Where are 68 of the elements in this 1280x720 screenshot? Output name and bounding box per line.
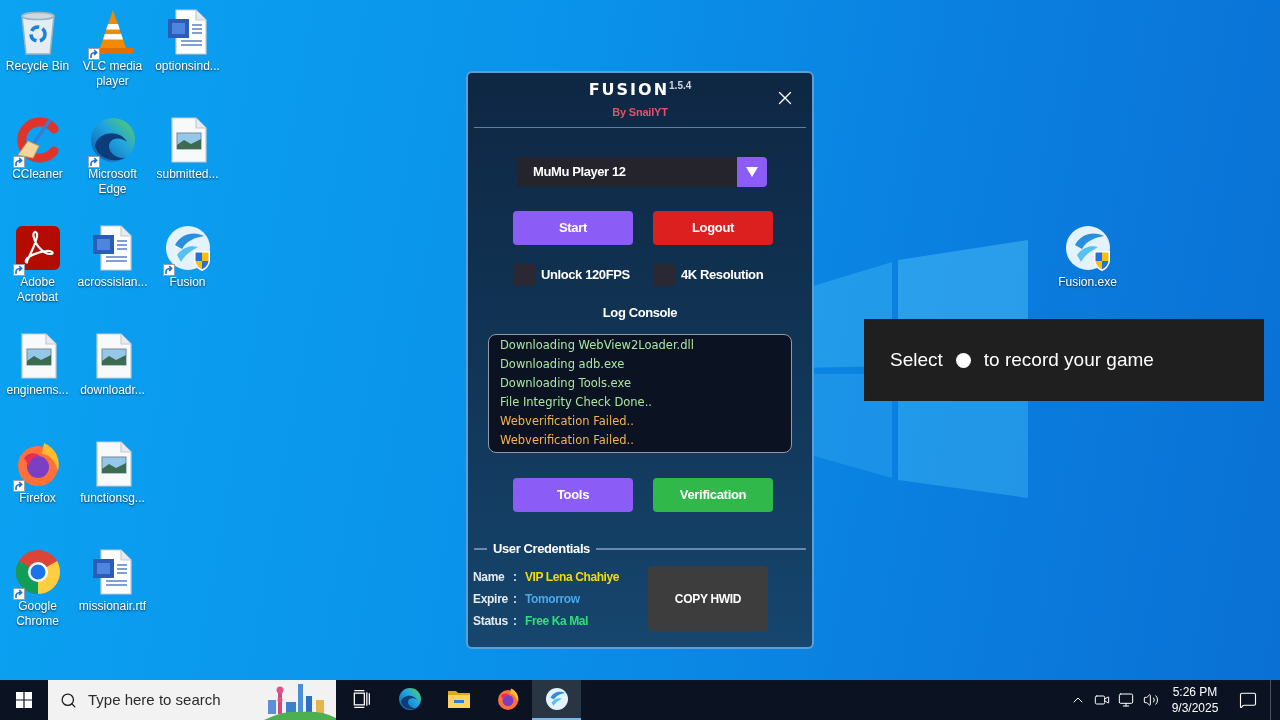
- section-title: User Credentials: [493, 540, 590, 559]
- desktop-icon-label[interactable]: Adobe Acrobat: [0, 275, 75, 305]
- section-title: Log Console: [602, 304, 678, 322]
- separator-text: :: [513, 613, 518, 630]
- desktop-icon-label[interactable]: submitted...: [155, 167, 220, 182]
- desktop-icon-label[interactable]: Firefox: [18, 491, 57, 506]
- fusion-icon: [163, 224, 212, 272]
- acrobat-icon: [13, 224, 62, 272]
- desktop-icon-label[interactable]: Fusion: [168, 275, 207, 290]
- desktop-icon-label[interactable]: VLC media player: [75, 59, 150, 89]
- action-button[interactable]: Start: [513, 211, 633, 245]
- log-line: Downloading WebView2Loader.dll: [500, 337, 694, 354]
- desktop-icon-label[interactable]: missionair.rtf: [77, 599, 148, 614]
- log-line: File Integrity Check Done..: [500, 394, 652, 411]
- log-line: Webverification Failed..: [500, 432, 634, 449]
- copy-hwid-button[interactable]: COPY HWID: [648, 566, 768, 631]
- action-button[interactable]: Logout: [653, 211, 773, 245]
- desktop-icon-label[interactable]: Recycle Bin: [4, 59, 71, 74]
- fusion-icon: [544, 687, 569, 711]
- clock-date[interactable]: 9/3/2025: [1171, 700, 1219, 716]
- edge-icon: [88, 116, 137, 164]
- author-text: By SnailYT: [612, 105, 668, 119]
- action-button[interactable]: Verification: [653, 478, 773, 512]
- record-dot-icon: [955, 352, 971, 368]
- search-field[interactable]: Type here to search: [88, 688, 248, 712]
- action-button[interactable]: Tools: [513, 478, 633, 512]
- log-line: Downloading Tools.exe: [500, 375, 631, 392]
- notification-icon[interactable]: [1239, 691, 1257, 709]
- app-logo: FUSION: [588, 80, 670, 100]
- log-line: Webverification Failed..: [500, 413, 634, 430]
- desktop-icon-label[interactable]: CCleaner: [11, 167, 64, 182]
- field-value: VIP Lena Chahiye: [525, 569, 621, 586]
- field-label: Status: [473, 613, 509, 630]
- firefox-icon: [495, 687, 520, 711]
- field-value: Tomorrow: [525, 591, 581, 608]
- windows-logo-icon: [16, 692, 32, 708]
- desktop-icon-label[interactable]: Microsoft Edge: [75, 167, 150, 197]
- field-value: Free Ka Mal: [525, 613, 589, 630]
- separator-text: :: [513, 569, 518, 586]
- checkbox[interactable]: [653, 264, 675, 286]
- edge-icon: [397, 687, 422, 711]
- separator-text: :: [513, 591, 518, 608]
- camera-icon[interactable]: [1094, 692, 1110, 708]
- field-label: Name: [473, 569, 506, 586]
- taskbar-app-button[interactable]: [532, 680, 581, 720]
- desktop-icon-label[interactable]: Fusion.exe: [1057, 275, 1118, 290]
- caret-icon: [737, 157, 767, 187]
- desktop-icon-label[interactable]: enginems...: [5, 383, 70, 398]
- search-icon: [60, 691, 77, 709]
- desktop-icon-label[interactable]: Google Chrome: [0, 599, 75, 629]
- emulator-dropdown[interactable]: MuMu Player 12: [517, 157, 767, 187]
- chrome-icon: [13, 548, 62, 596]
- search-box[interactable]: Type here to search: [48, 680, 336, 720]
- checkbox-label[interactable]: 4K Resolution: [681, 265, 764, 285]
- tip-text: to record your game: [983, 347, 1154, 372]
- tip-text: Select: [890, 347, 943, 372]
- field-label: Expire: [473, 591, 509, 608]
- desktop-icon-label[interactable]: optionsind...: [154, 59, 221, 74]
- checkbox-label[interactable]: Unlock 120FPS: [541, 265, 630, 285]
- desktop-icon-label[interactable]: acrossislan...: [76, 275, 149, 290]
- volume-icon[interactable]: [1143, 692, 1159, 708]
- checkbox[interactable]: [513, 264, 535, 286]
- clock-time[interactable]: 5:26 PM: [1172, 684, 1218, 700]
- monitor-icon[interactable]: [1118, 692, 1134, 708]
- version-text: 1.5.4: [669, 80, 692, 92]
- desktop-icon-label[interactable]: downloadr...: [79, 383, 146, 398]
- desktop-icon-label[interactable]: functionsg...: [79, 491, 146, 506]
- log-line: Downloading adb.exe: [500, 356, 625, 373]
